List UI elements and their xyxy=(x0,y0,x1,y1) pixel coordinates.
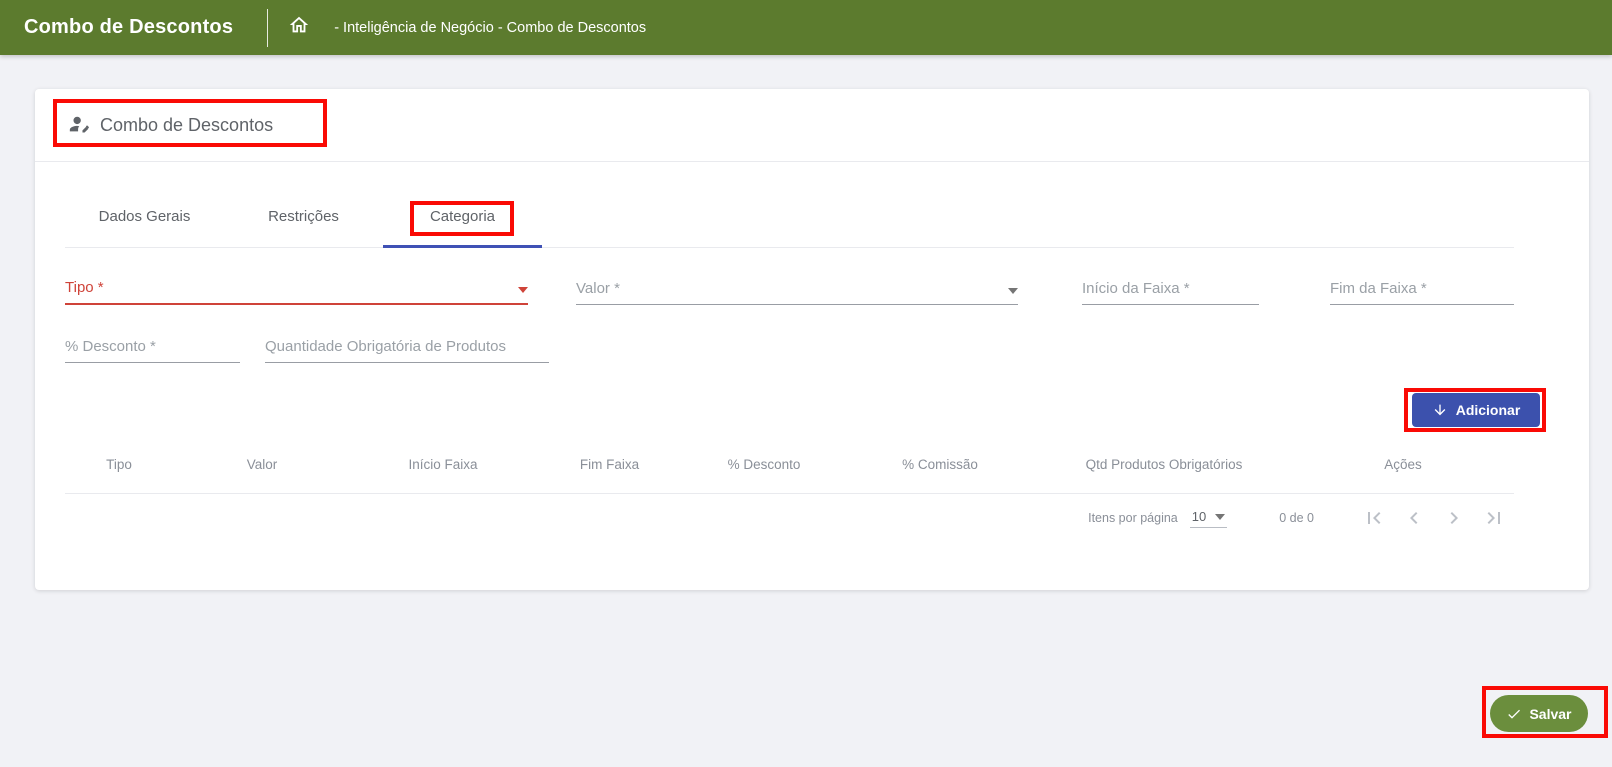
column-header-qtd-produtos: Qtd Produtos Obrigatórios xyxy=(1036,457,1292,472)
paginator-nav xyxy=(1354,498,1514,538)
person-edit-icon xyxy=(68,114,90,136)
desconto-label: % Desconto * xyxy=(65,338,156,355)
page-size-select[interactable]: 10 xyxy=(1190,509,1227,528)
quantidade-obrigatoria-label: Quantidade Obrigatória de Produtos xyxy=(265,338,506,355)
chevron-down-icon xyxy=(518,287,528,293)
items-per-page-label: Itens por página xyxy=(1088,511,1178,525)
paginator-range-label: 0 de 0 xyxy=(1279,511,1314,525)
page-size-value: 10 xyxy=(1192,509,1206,524)
column-header-acoes: Ações xyxy=(1292,457,1514,472)
breadcrumb: - Inteligência de Negócio - Combo de Des… xyxy=(334,20,646,36)
fim-faixa-label: Fim da Faixa * xyxy=(1330,280,1427,297)
adicionar-button-label: Adicionar xyxy=(1456,402,1521,418)
column-header-desconto: % Desconto xyxy=(684,457,844,472)
tab-dados-gerais[interactable]: Dados Gerais xyxy=(65,185,224,247)
column-header-inicio-faixa: Início Faixa xyxy=(351,457,535,472)
card-header: Combo de Descontos xyxy=(35,89,1589,162)
last-page-button[interactable] xyxy=(1474,498,1514,538)
app-title: Combo de Descontos xyxy=(24,16,233,39)
quantidade-obrigatoria-input[interactable]: Quantidade Obrigatória de Produtos xyxy=(265,330,549,363)
header-divider xyxy=(267,9,268,47)
salvar-button-label: Salvar xyxy=(1529,706,1571,722)
chevron-down-icon xyxy=(1215,514,1225,520)
app-header: Combo de Descontos - Inteligência de Neg… xyxy=(0,0,1612,55)
tipo-select[interactable]: Tipo * xyxy=(65,272,528,305)
last-page-icon xyxy=(1482,506,1506,530)
column-header-fim-faixa: Fim Faixa xyxy=(535,457,684,472)
inicio-faixa-label: Início da Faixa * xyxy=(1082,280,1190,297)
tab-label: Restrições xyxy=(268,208,339,225)
tab-categoria[interactable]: Categoria xyxy=(383,185,542,247)
chevron-right-icon xyxy=(1442,506,1466,530)
valor-label: Valor * xyxy=(576,280,620,297)
table-header-row: Tipo Valor Início Faixa Fim Faixa % Desc… xyxy=(65,435,1514,494)
adicionar-button[interactable]: Adicionar xyxy=(1412,393,1540,427)
combo-descontos-card: Combo de Descontos Dados Gerais Restriçõ… xyxy=(35,89,1589,590)
tipo-label: Tipo * xyxy=(65,279,104,296)
previous-page-button[interactable] xyxy=(1394,498,1434,538)
check-icon xyxy=(1506,706,1522,722)
home-button[interactable] xyxy=(288,14,310,41)
fim-faixa-input[interactable]: Fim da Faixa * xyxy=(1330,272,1514,305)
tab-restricoes[interactable]: Restrições xyxy=(224,185,383,247)
chevron-down-icon xyxy=(1008,288,1018,294)
tab-bar: Dados Gerais Restrições Categoria xyxy=(65,185,1514,248)
column-header-valor: Valor xyxy=(173,457,351,472)
valor-select[interactable]: Valor * xyxy=(576,272,1018,305)
tab-label: Categoria xyxy=(430,208,495,225)
home-icon xyxy=(288,14,310,41)
column-header-tipo: Tipo xyxy=(65,457,173,472)
salvar-button[interactable]: Salvar xyxy=(1490,695,1588,732)
paginator: Itens por página 10 0 de 0 xyxy=(65,494,1514,542)
next-page-button[interactable] xyxy=(1434,498,1474,538)
arrow-down-icon xyxy=(1432,402,1448,418)
inicio-faixa-input[interactable]: Início da Faixa * xyxy=(1082,272,1259,305)
first-page-icon xyxy=(1362,506,1386,530)
column-header-comissao: % Comissão xyxy=(844,457,1036,472)
card-title: Combo de Descontos xyxy=(100,115,273,136)
tab-label: Dados Gerais xyxy=(99,208,191,225)
chevron-left-icon xyxy=(1402,506,1426,530)
first-page-button[interactable] xyxy=(1354,498,1394,538)
desconto-input[interactable]: % Desconto * xyxy=(65,330,240,363)
